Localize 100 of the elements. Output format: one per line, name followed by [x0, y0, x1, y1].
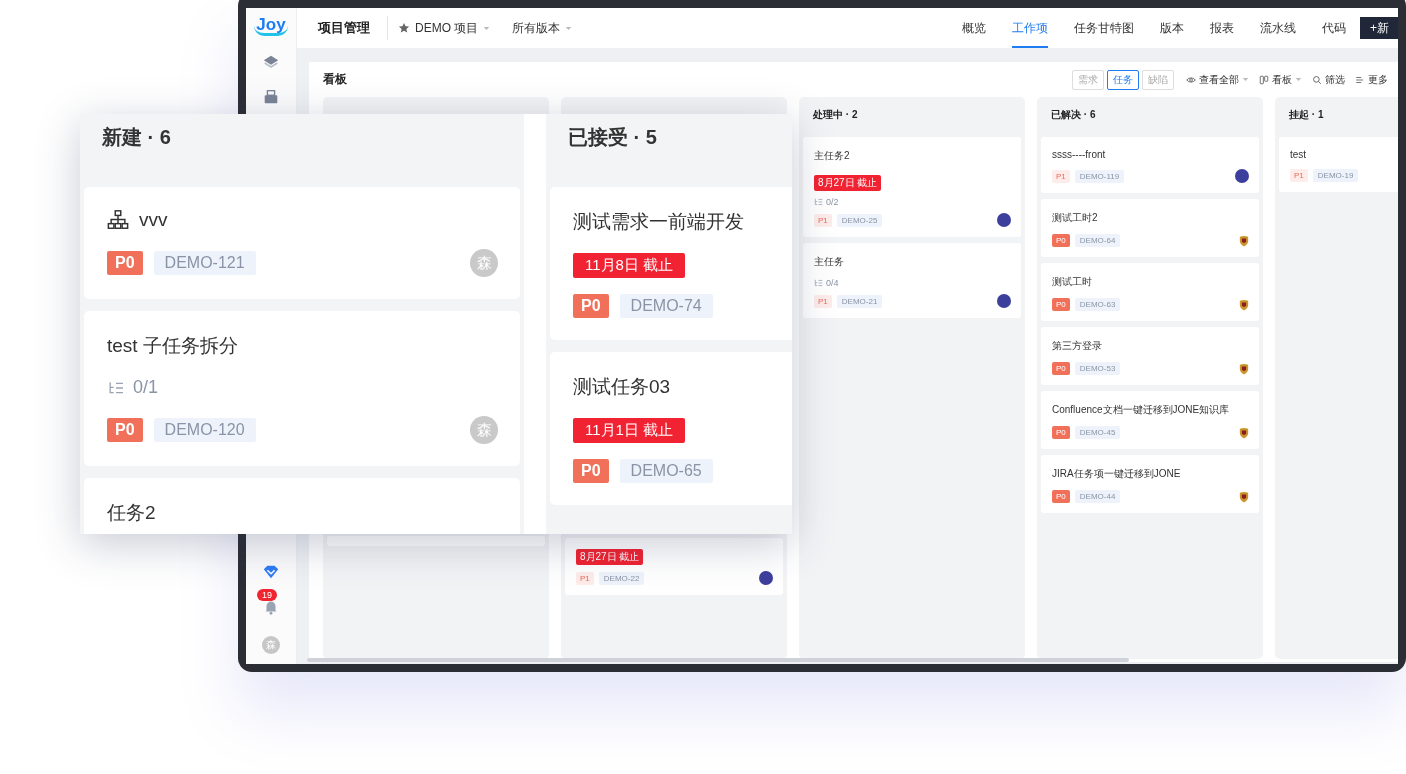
due-tag: 11月1日 截止: [573, 418, 686, 443]
notification-badge: 19: [257, 589, 277, 601]
view-button[interactable]: 看板: [1259, 72, 1302, 87]
subtask-icon: [814, 279, 823, 287]
priority-tag: P0: [1052, 234, 1070, 247]
card-title: 测试任务03: [573, 375, 671, 399]
priority-tag: P0: [1052, 362, 1070, 375]
project-dropdown[interactable]: DEMO 项目: [398, 19, 491, 37]
issue-id: DEMO-45: [1074, 426, 1121, 439]
priority-tag: P1: [814, 213, 832, 227]
eye-icon: [1186, 74, 1196, 85]
issue-id: DEMO-64: [1074, 234, 1121, 247]
more-button[interactable]: 更多: [1355, 72, 1388, 87]
issue-id: DEMO-121: [153, 251, 256, 275]
card-title: vvv: [139, 209, 168, 231]
nav-tab[interactable]: 版本: [1160, 8, 1184, 48]
shield-icon: [1239, 490, 1249, 503]
due-tag: 8月27日 截止: [814, 175, 882, 191]
card-title: 测试工时2: [1052, 211, 1099, 225]
scope-button[interactable]: 查看全部: [1186, 72, 1249, 87]
filter-button[interactable]: 筛选: [1312, 72, 1345, 87]
nav-tab[interactable]: 代码: [1322, 8, 1346, 48]
caret-icon: [565, 25, 573, 31]
avatar: [1235, 169, 1249, 183]
nav-tab[interactable]: 概览: [962, 8, 986, 48]
issue-id: DEMO-21: [836, 294, 883, 308]
priority-tag: P0: [1052, 298, 1070, 311]
priority-tag: P1: [576, 571, 594, 585]
task-card[interactable]: 测试工时2 P0 DEMO-64: [1041, 199, 1259, 257]
priority-tag: P0: [1052, 490, 1070, 503]
task-card[interactable]: ssss----front P1 DEMO-119: [1041, 137, 1259, 193]
priority-tag: P0: [573, 294, 609, 318]
column-title: 处理中 · 2: [812, 108, 859, 122]
logo[interactable]: Joy: [254, 16, 288, 36]
issue-id: DEMO-22: [598, 571, 645, 585]
shield-icon: [1239, 362, 1249, 375]
layers-icon[interactable]: [262, 53, 280, 71]
task-card[interactable]: JIRA任务项一键迁移到JONE P0 DEMO-44: [1041, 455, 1259, 513]
column-title: 已解决 · 6: [1050, 108, 1097, 122]
task-card[interactable]: 第三方登录 P0 DEMO-53: [1041, 327, 1259, 385]
shield-icon: [1239, 234, 1249, 247]
card-title: 主任务: [814, 255, 845, 269]
column-title: 已接受 · 5: [567, 125, 658, 150]
card-title: 测试工时: [1052, 275, 1093, 289]
priority-tag: P0: [107, 418, 143, 442]
priority-tag: P0: [1052, 426, 1070, 439]
card-title: 主任务2: [814, 149, 851, 163]
type-filter[interactable]: 任务: [1107, 69, 1139, 90]
columns-icon: [1259, 74, 1269, 85]
priority-tag: P1: [1290, 169, 1308, 182]
diamond-icon[interactable]: [262, 563, 280, 581]
card-title: test 子任务拆分: [107, 334, 238, 358]
list-icon: [1355, 74, 1365, 85]
subtask-icon: [814, 198, 823, 206]
subtask-count: 0/2: [826, 197, 839, 207]
priority-tag: P0: [107, 251, 143, 275]
issue-id: DEMO-119: [1074, 169, 1125, 183]
hierarchy-icon: [107, 209, 129, 231]
task-card[interactable]: 测试工时 P0 DEMO-63: [1041, 263, 1259, 321]
card-title: Confluence文档一键迁移到JONE知识库: [1052, 403, 1231, 417]
due-tag: 8月27日 截止: [576, 549, 644, 565]
shield-icon: [1239, 426, 1249, 439]
issue-id: DEMO-53: [1074, 362, 1121, 375]
board-title: 看板: [323, 71, 347, 88]
due-tag: 11月8日 截止: [573, 253, 686, 278]
column-title: 挂起 · 1: [1288, 108, 1325, 122]
caret-icon: [1242, 77, 1249, 82]
issue-id: DEMO-120: [153, 418, 256, 442]
version-dropdown[interactable]: 所有版本: [512, 19, 573, 37]
issue-id: DEMO-44: [1074, 490, 1121, 503]
task-card[interactable]: test P1 DEMO-19: [1279, 137, 1398, 192]
task-card[interactable]: Confluence文档一键迁移到JONE知识库 P0 DEMO-45: [1041, 391, 1259, 449]
task-card[interactable]: 主任务2 8月27日 截止 0/2 P1 DEMO-25: [803, 137, 1021, 237]
priority-tag: P1: [814, 294, 832, 308]
avatar: [997, 294, 1011, 308]
issue-id: DEMO-19: [1312, 169, 1359, 182]
card-title: 第三方登录: [1052, 339, 1103, 353]
subtask-count: 0/1: [133, 377, 159, 398]
nav-tab[interactable]: 任务甘特图: [1074, 8, 1134, 48]
priority-tag: P0: [573, 459, 609, 483]
task-card[interactable]: 测试任务03 11月1日 截止 P0 DEMO-65: [550, 352, 792, 505]
nav-tab[interactable]: 流水线: [1260, 8, 1296, 48]
subtask-icon: [107, 380, 125, 395]
card-title: 测试需求一前端开发: [573, 210, 744, 234]
subtask-count: 0/4: [826, 278, 839, 288]
nav-tab[interactable]: 报表: [1210, 8, 1234, 48]
shield-icon: [1239, 298, 1249, 311]
task-card[interactable]: 测试需求一前端开发 11月8日 截止 P0 DEMO-74: [550, 187, 792, 340]
new-button[interactable]: +新: [1360, 17, 1398, 39]
task-card[interactable]: 任务2: [84, 478, 520, 534]
issue-id: DEMO-25: [836, 213, 883, 227]
task-card[interactable]: 8月27日 截止 P1 DEMO-22: [565, 538, 783, 595]
task-card[interactable]: 主任务 0/4 P1 DEMO-21: [803, 243, 1021, 318]
card-title: test: [1290, 149, 1308, 160]
issue-id: DEMO-65: [619, 459, 713, 483]
star-icon: [398, 22, 410, 34]
caret-icon: [1295, 77, 1302, 82]
card-title: JIRA任务项一键迁移到JONE: [1052, 467, 1182, 481]
card-title: 任务2: [107, 501, 156, 525]
toolbox-icon[interactable]: [262, 88, 280, 106]
